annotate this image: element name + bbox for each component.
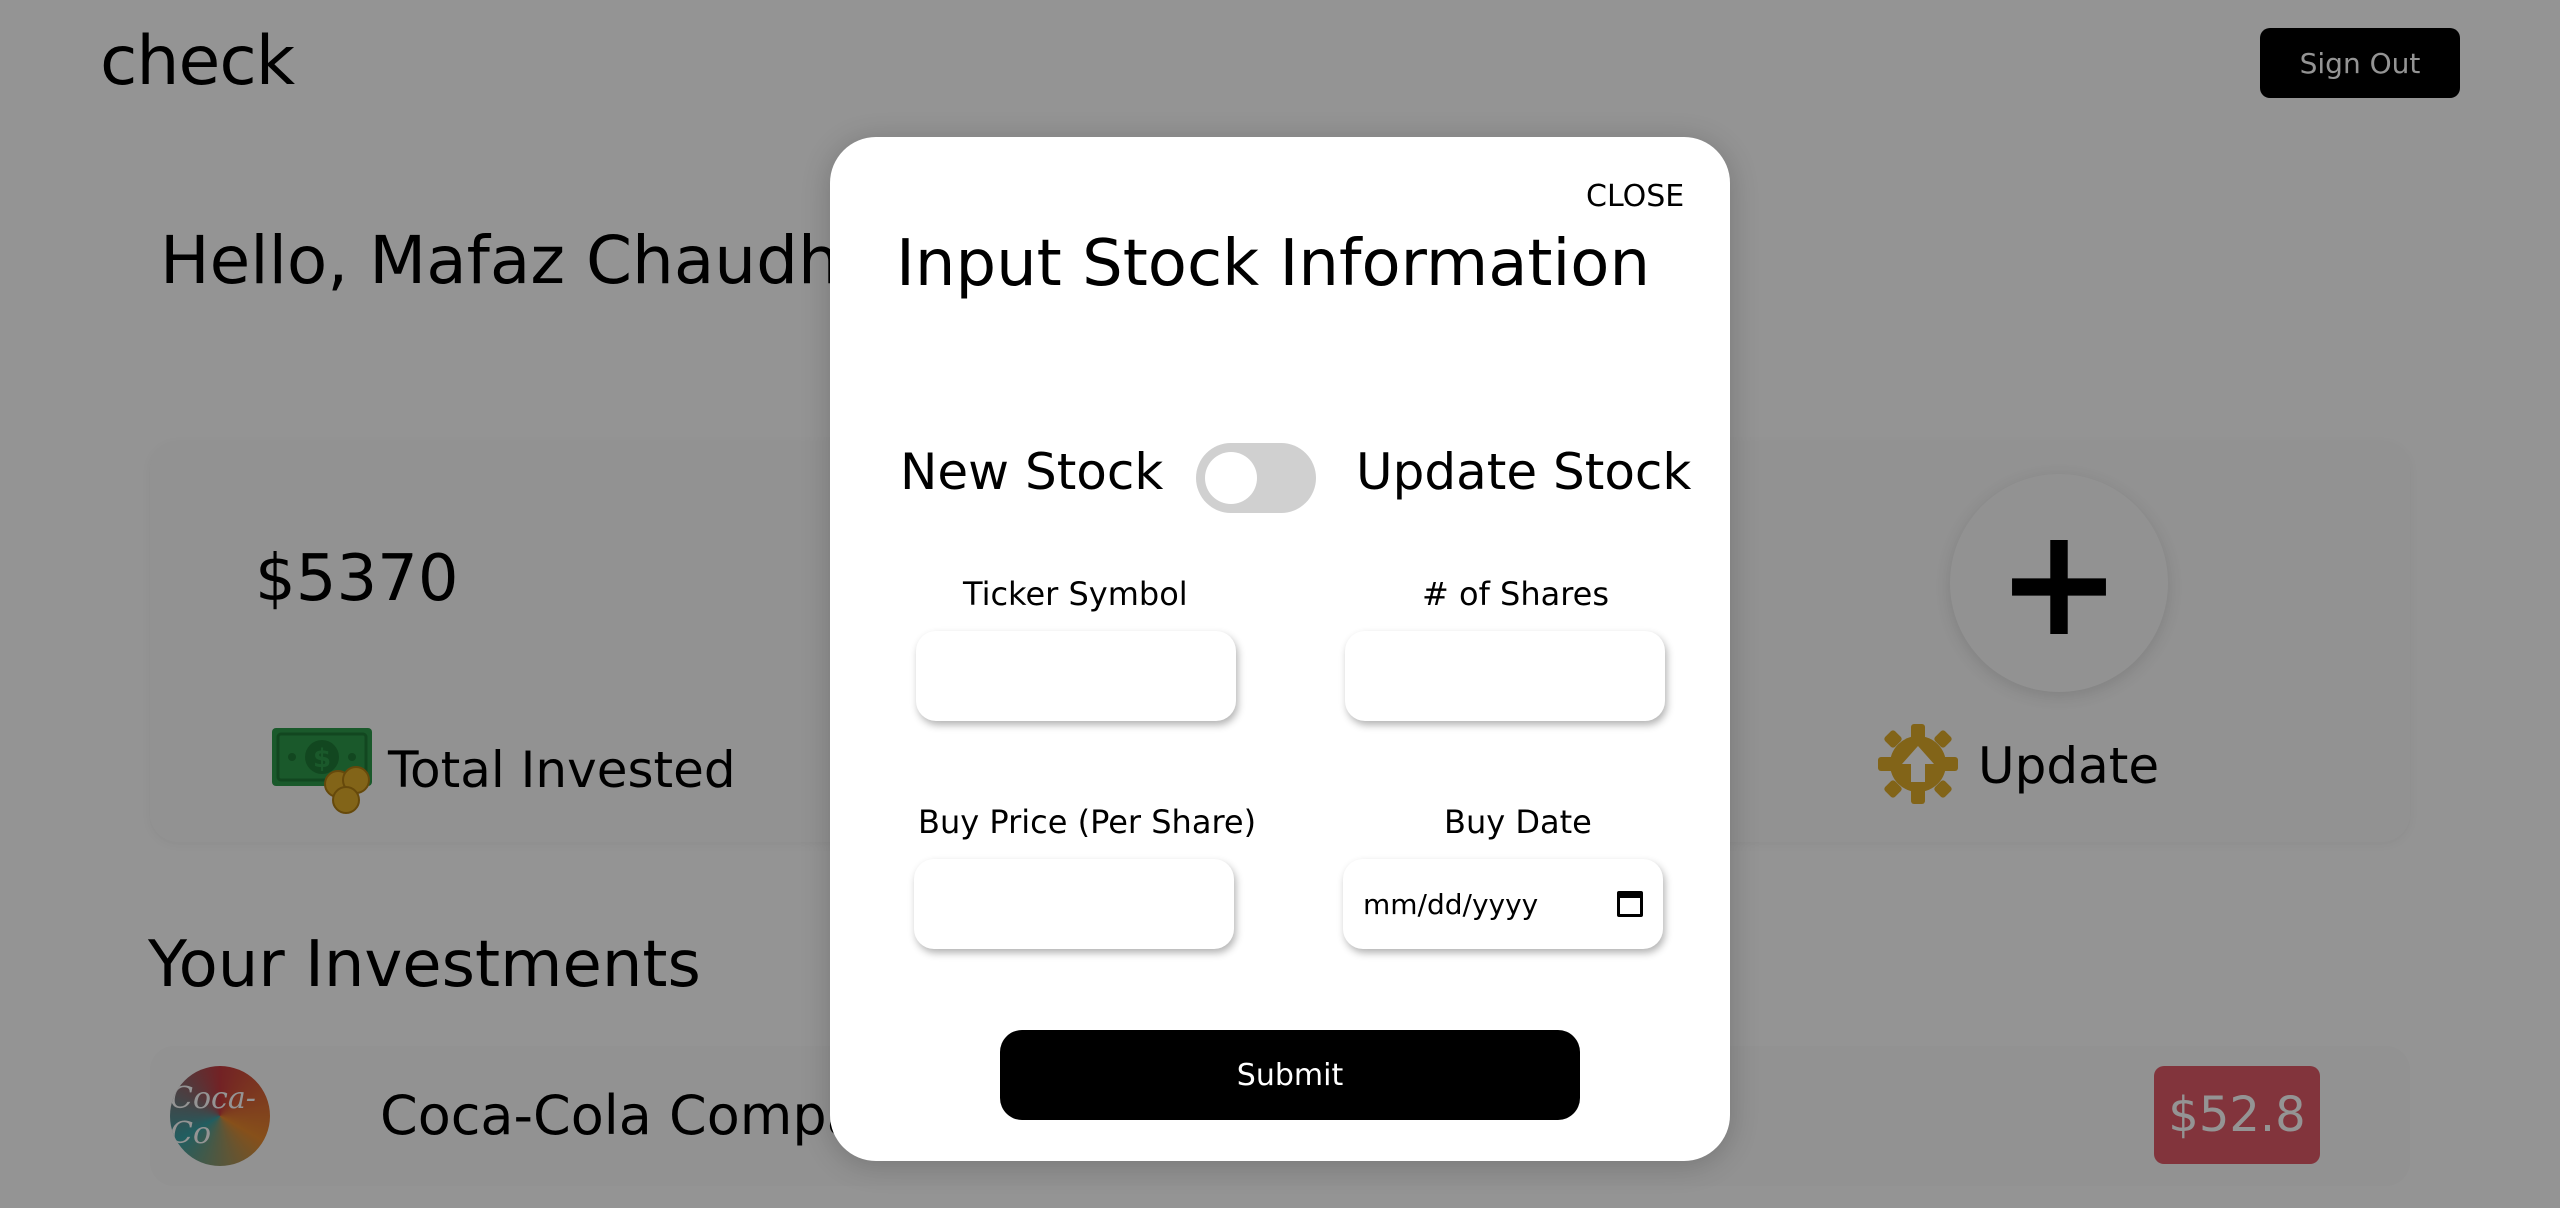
- stock-mode-toggle[interactable]: [1196, 443, 1316, 513]
- buy-date-placeholder: mm/dd/yyyy: [1363, 887, 1539, 921]
- submit-button[interactable]: Submit: [1000, 1030, 1580, 1120]
- modal-title: Input Stock Information: [896, 227, 1650, 301]
- buy-date-label: Buy Date: [1444, 803, 1592, 841]
- new-stock-label: New Stock: [900, 443, 1164, 501]
- calendar-icon[interactable]: [1617, 891, 1643, 917]
- shares-input[interactable]: [1345, 631, 1665, 721]
- toggle-knob: [1205, 452, 1257, 504]
- buy-price-label: Buy Price (Per Share): [918, 803, 1257, 841]
- shares-label: # of Shares: [1422, 575, 1610, 613]
- close-button[interactable]: CLOSE: [1586, 179, 1684, 214]
- ticker-symbol-input[interactable]: [916, 631, 1236, 721]
- buy-price-input[interactable]: [914, 859, 1234, 949]
- buy-date-input[interactable]: mm/dd/yyyy: [1343, 859, 1663, 949]
- update-stock-label: Update Stock: [1356, 443, 1692, 501]
- ticker-symbol-label: Ticker Symbol: [963, 575, 1188, 613]
- input-stock-modal: CLOSE Input Stock Information New Stock …: [830, 137, 1730, 1161]
